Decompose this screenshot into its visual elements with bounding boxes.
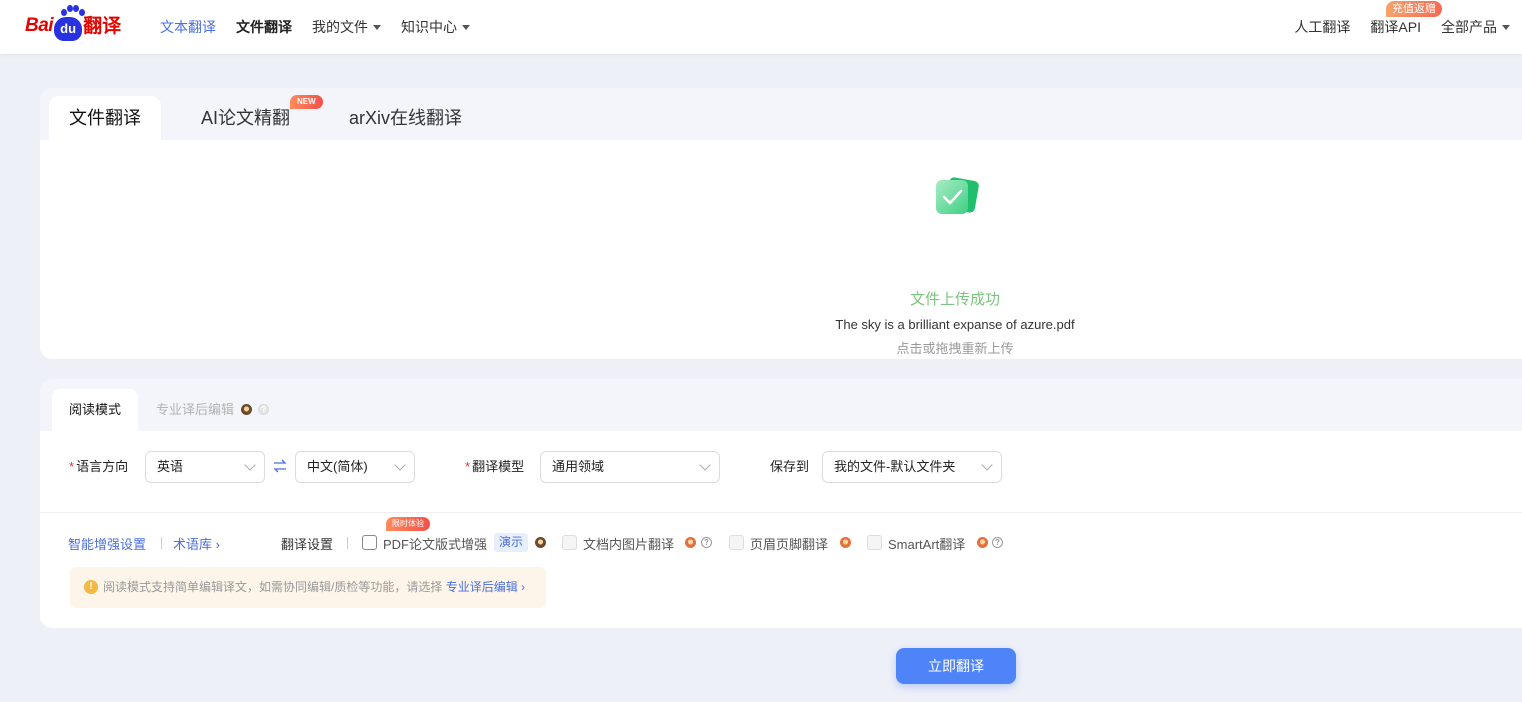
select-value: 中文(简体) (307, 459, 368, 474)
smartart-translate-checkbox[interactable] (867, 535, 882, 550)
upload-dropzone[interactable]: 文件上传成功 The sky is a brilliant expanse of… (40, 140, 1522, 359)
select-value: 英语 (157, 459, 184, 474)
nav-text-translate[interactable]: 文本翻译 (160, 17, 216, 37)
logo-text-bai: Bai (25, 15, 54, 36)
label-text: 翻译模型 (472, 459, 525, 474)
translate-settings-label: 翻译设置 (281, 537, 334, 552)
select-value: 通用领域 (552, 459, 605, 474)
divider (161, 537, 162, 549)
demo-tag[interactable]: 演示 (494, 533, 529, 552)
vip-icon (977, 537, 988, 548)
help-icon[interactable]: ? (701, 537, 712, 548)
help-icon[interactable]: ? (258, 404, 270, 416)
notice-text: 阅读模式支持简单编辑译文，如需协同编辑/质检等功能，请选择 (103, 580, 443, 594)
image-translate-checkbox[interactable] (562, 535, 577, 550)
pdf-layout-enhance-label: PDF论文版式增强 (383, 537, 488, 552)
caret-down-icon (462, 24, 470, 30)
pro-post-edit-link[interactable]: 专业译后编辑 › (446, 580, 525, 594)
smartart-translate-label: SmartArt翻译 (888, 537, 966, 552)
tab-pro-post-edit[interactable]: 专业译后编辑 ? (156, 389, 270, 431)
link-label: 专业译后编辑 (445, 580, 518, 594)
translation-model-select[interactable]: 通用领域 (540, 451, 720, 483)
nav-label: 翻译API (1370, 19, 1421, 35)
logo-text-fanyi: 翻译 (83, 15, 122, 37)
reading-mode-notice: ! 阅读模式支持简单编辑译文，如需协同编辑/质检等功能，请选择 专业译后编辑 › (70, 567, 546, 608)
upload-success-icon (936, 177, 979, 214)
divider (40, 512, 1522, 513)
nav-human-translate[interactable]: 人工翻译 (1294, 17, 1350, 37)
pdf-layout-enhance-checkbox[interactable] (362, 535, 377, 550)
vip-icon (685, 537, 696, 548)
vip-icon (240, 404, 252, 416)
header-footer-translate-label: 页眉页脚翻译 (750, 537, 829, 552)
tab-ai-paper-translate[interactable]: AI论文精翻 (201, 96, 290, 140)
divider (347, 537, 348, 549)
chevron-down-icon (981, 459, 993, 471)
source-language-select[interactable]: 英语 (145, 451, 265, 483)
uploaded-file-name: The sky is a brilliant expanse of azure.… (835, 317, 1075, 332)
recharge-bonus-badge: 充值返赠 (1386, 1, 1442, 17)
warning-icon: ! (84, 580, 98, 594)
reupload-hint[interactable]: 点击或拖拽重新上传 (40, 338, 1522, 357)
tab-file-translate[interactable]: 文件翻译 (49, 96, 161, 140)
nav-file-translate[interactable]: 文件翻译 (236, 17, 292, 37)
nav-label: 知识中心 (401, 19, 457, 35)
vip-icon (535, 537, 546, 548)
nav-label: 文本翻译 (160, 19, 216, 35)
save-folder-select[interactable]: 我的文件-默认文件夹 (822, 451, 1002, 483)
target-language-select[interactable]: 中文(简体) (295, 451, 415, 483)
swap-languages-icon[interactable] (273, 458, 287, 474)
advanced-settings-row: 智能增强设置 术语库 › 翻译设置 限时体验 PDF论文版式增强 演示 文档内图… (40, 517, 1522, 555)
label-text: 保存到 (770, 459, 810, 474)
logo-text-du: du (54, 17, 83, 41)
chevron-down-icon (699, 459, 711, 471)
glossary-link[interactable]: 术语库 › (173, 534, 220, 553)
baidu-translate-logo[interactable]: Bai du 翻译 (25, 5, 135, 46)
limited-trial-badge: 限时体验 (386, 517, 430, 531)
translate-now-button[interactable]: 立即翻译 (896, 648, 1016, 684)
tab-arxiv-translate[interactable]: arXiv在线翻译 (349, 96, 462, 140)
select-value: 我的文件-默认文件夹 (834, 459, 956, 474)
vip-icon (840, 537, 851, 548)
upload-card: 文件翻译 AI论文精翻 NEW arXiv在线翻译 文件上传成功 The sky… (40, 88, 1522, 359)
top-navigation-bar: Bai du 翻译 文本翻译 文件翻译 我的文件 知识中心 人工翻译 翻译API… (0, 0, 1522, 54)
settings-card: 阅读模式 专业译后编辑 ? * 语言方向 英语 中文(简体) * 翻译模型 通用领域… (40, 379, 1522, 628)
chevron-down-icon (394, 459, 406, 471)
chevron-down-icon (244, 459, 256, 471)
translation-model-label: * 翻译模型 (465, 459, 525, 474)
new-badge: NEW (290, 95, 323, 109)
file-mode-tabs: 文件翻译 AI论文精翻 NEW arXiv在线翻译 (40, 88, 1522, 140)
tab-label: 专业译后编辑 (156, 402, 235, 417)
main-nav: 文本翻译 文件翻译 我的文件 知识中心 (160, 0, 490, 54)
caret-down-icon (1502, 24, 1510, 30)
edit-mode-tabs: 阅读模式 专业译后编辑 ? (40, 379, 1522, 431)
nav-translate-api[interactable]: 翻译API (1370, 17, 1421, 37)
label-text: 语言方向 (76, 459, 129, 474)
image-translate-label: 文档内图片翻译 (583, 537, 675, 552)
nav-knowledge-center[interactable]: 知识中心 (401, 17, 470, 37)
nav-label: 文件翻译 (236, 19, 292, 35)
upload-success-title: 文件上传成功 (909, 291, 1000, 308)
nav-label: 人工翻译 (1294, 19, 1351, 35)
header-footer-translate-checkbox[interactable] (729, 535, 744, 550)
translation-options-row: * 语言方向 英语 中文(简体) * 翻译模型 通用领域 保存到 我的文件-默认文件… (40, 451, 1522, 483)
nav-label: 我的文件 (312, 19, 368, 35)
tab-reading-mode[interactable]: 阅读模式 (52, 389, 138, 431)
nav-label: 全部产品 (1441, 19, 1497, 35)
link-label: 术语库 (173, 537, 213, 552)
save-to-label: 保存到 (770, 451, 809, 483)
language-direction-label: * 语言方向 (69, 459, 129, 474)
nav-all-products[interactable]: 全部产品 (1441, 17, 1510, 37)
caret-down-icon (373, 24, 381, 30)
smart-enhance-settings-link[interactable]: 智能增强设置 (68, 534, 146, 553)
help-icon[interactable]: ? (992, 537, 1003, 548)
nav-my-files[interactable]: 我的文件 (312, 17, 381, 37)
